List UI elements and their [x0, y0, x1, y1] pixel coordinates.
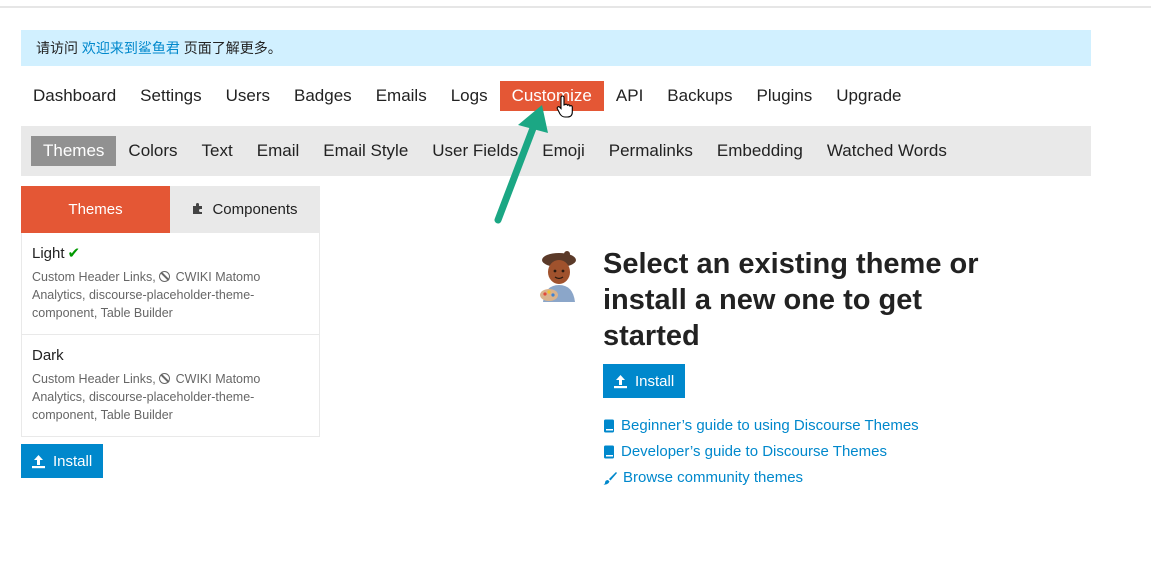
subnav-email-style[interactable]: Email Style [311, 136, 420, 166]
nav-settings[interactable]: Settings [128, 81, 213, 111]
theme-item-dark[interactable]: Dark Custom Header Links, CWIKI Matomo A… [22, 335, 319, 436]
notice-prefix: 请访问 [36, 40, 78, 56]
nav-dashboard[interactable]: Dashboard [21, 81, 128, 111]
install-label: Install [635, 372, 675, 390]
help-links: Beginner’s guide to using Discourse Them… [603, 413, 919, 491]
link-browse-community[interactable]: Browse community themes [603, 465, 919, 491]
notice-link[interactable]: 欢迎来到鲨鱼君 [82, 40, 180, 56]
nav-customize[interactable]: Customize [499, 81, 604, 111]
customize-sub-nav: Themes Colors Text Email Email Style Use… [21, 126, 1091, 176]
ban-icon [159, 271, 171, 282]
link-label: Browse community themes [623, 469, 804, 486]
theme-components-before: Custom Header Links, [32, 372, 160, 386]
subnav-user-fields[interactable]: User Fields [420, 136, 530, 166]
install-label: Install [53, 452, 93, 470]
nav-api[interactable]: API [604, 81, 655, 111]
theme-components-before: Custom Header Links, [32, 270, 160, 284]
subnav-email[interactable]: Email [245, 136, 312, 166]
nav-logs[interactable]: Logs [439, 81, 500, 111]
subnav-themes[interactable]: Themes [31, 136, 117, 166]
theme-components: Custom Header Links, CWIKI Matomo Analyt… [32, 370, 309, 424]
theme-type-tabs: Themes Components [21, 186, 320, 233]
subnav-text[interactable]: Text [190, 136, 245, 166]
subnav-permalinks[interactable]: Permalinks [597, 136, 705, 166]
tab-components[interactable]: Components [170, 186, 320, 233]
nav-emails[interactable]: Emails [364, 81, 439, 111]
book-icon [604, 419, 614, 433]
notice-suffix: 页面了解更多。 [183, 40, 282, 56]
nav-badges[interactable]: Badges [282, 81, 364, 111]
top-border [0, 0, 1151, 8]
nav-backups[interactable]: Backups [655, 81, 744, 111]
install-button-main[interactable]: Install [603, 364, 685, 398]
nav-plugins[interactable]: Plugins [745, 81, 825, 111]
theme-list: Light ✔ Custom Header Links, CWIKI Matomo… [21, 233, 320, 437]
subnav-watched-words[interactable]: Watched Words [815, 136, 959, 166]
link-beginners-guide[interactable]: Beginner’s guide to using Discourse Them… [603, 413, 919, 439]
theme-item-light[interactable]: Light ✔ Custom Header Links, CWIKI Matomo… [22, 233, 319, 335]
subnav-emoji[interactable]: Emoji [530, 136, 597, 166]
tab-themes-label: Themes [68, 201, 123, 218]
subnav-embedding[interactable]: Embedding [705, 136, 815, 166]
theme-name: Light [32, 245, 65, 262]
upload-icon [32, 454, 45, 468]
hand-cursor-icon [556, 95, 573, 118]
theme-name-row: Light ✔ [32, 244, 309, 264]
theme-components: Custom Header Links, CWIKI Matomo Analyt… [32, 268, 309, 322]
tab-components-label: Components [212, 201, 298, 218]
install-button-sidebar[interactable]: Install [21, 444, 103, 478]
admin-main-nav: Dashboard Settings Users Badges Emails L… [21, 81, 913, 111]
theme-name: Dark [32, 347, 64, 364]
notice-banner: 请访问 欢迎来到鲨鱼君 页面了解更多。 [21, 30, 1091, 66]
nav-users[interactable]: Users [214, 81, 282, 111]
nav-upgrade[interactable]: Upgrade [824, 81, 913, 111]
painter-emoji-icon [537, 250, 587, 302]
book-icon [604, 445, 614, 459]
check-icon: ✔ [67, 245, 81, 262]
ban-icon [159, 373, 171, 384]
theme-name-row: Dark [32, 346, 309, 366]
puzzle-piece-icon [192, 187, 206, 234]
empty-state-headline: Select an existing theme or install a ne… [603, 248, 979, 352]
link-label: Developer’s guide to Discourse Themes [621, 443, 887, 460]
paintbrush-icon [603, 472, 617, 485]
link-label: Beginner’s guide to using Discourse Them… [621, 417, 919, 434]
upload-icon [614, 374, 627, 388]
tab-themes[interactable]: Themes [21, 186, 170, 233]
link-developers-guide[interactable]: Developer’s guide to Discourse Themes [603, 439, 919, 465]
subnav-colors[interactable]: Colors [116, 136, 189, 166]
